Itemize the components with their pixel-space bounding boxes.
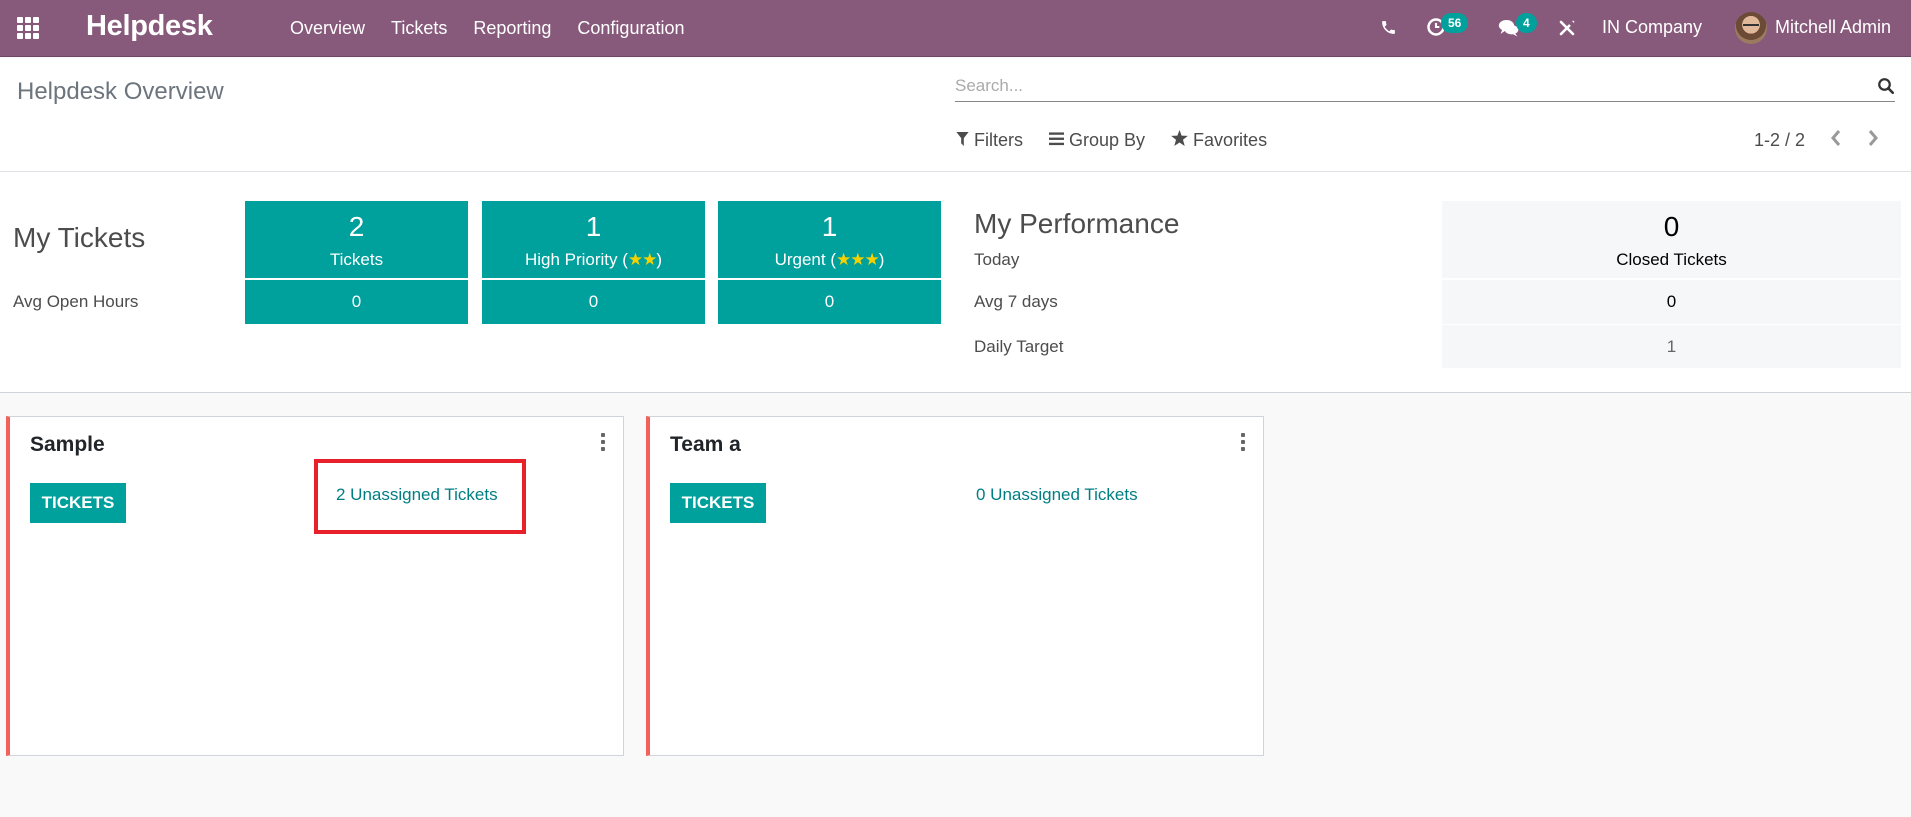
filters-button[interactable]: Filters — [956, 130, 1023, 151]
apps-menu-icon[interactable] — [17, 17, 41, 39]
tile-high-priority-avg[interactable]: 0 — [482, 280, 705, 324]
pager-previous-icon[interactable] — [1826, 128, 1846, 152]
unassigned-tickets-link[interactable]: 2 Unassigned Tickets — [336, 485, 498, 505]
priority-stars-icon: ★★ — [627, 250, 658, 269]
avg-open-hours-label: Avg Open Hours — [13, 292, 139, 311]
tile-urgent[interactable]: 1 Urgent (★★★) — [718, 201, 941, 278]
search-options: Filters Group By Favorites — [956, 130, 1267, 151]
tile-avg-value: 0 — [588, 292, 599, 311]
avg-7-days-cell: 0 — [1442, 280, 1901, 324]
tile-avg-value: 0 — [351, 292, 362, 311]
main-menu: Overview Tickets Reporting Configuration — [290, 0, 697, 57]
company-switcher[interactable]: IN Company — [1602, 17, 1702, 38]
team-card-team-a: Team a TICKETS 0 Unassigned Tickets — [646, 416, 1264, 756]
phone-icon[interactable] — [1380, 19, 1397, 41]
top-navbar: Helpdesk Overview Tickets Reporting Conf… — [0, 0, 1911, 57]
kebab-menu-icon[interactable] — [598, 433, 608, 451]
list-icon — [1049, 130, 1064, 151]
favorites-label: Favorites — [1193, 130, 1268, 150]
tile-urgent-avg[interactable]: 0 — [718, 280, 941, 324]
today-label: Today — [974, 250, 1020, 269]
tickets-button[interactable]: TICKETS — [30, 483, 126, 523]
my-performance-heading: My Performance — [974, 208, 1180, 239]
avg-7-days-label: Avg 7 days — [974, 292, 1058, 311]
team-name: Team a — [670, 433, 741, 456]
debug-tools-icon[interactable] — [1558, 19, 1576, 42]
tile-label: Urgent (★★★) — [774, 250, 885, 269]
search-icon[interactable] — [1877, 77, 1895, 95]
pager-next-icon[interactable] — [1863, 128, 1883, 152]
control-panel: Helpdesk Overview Filters Group By Favor… — [0, 58, 1911, 172]
app-brand[interactable]: Helpdesk — [86, 10, 213, 43]
tile-label: High Priority (★★) — [524, 250, 663, 269]
unassigned-tickets-link[interactable]: 0 Unassigned Tickets — [976, 485, 1138, 505]
closed-label: Closed Tickets — [1616, 250, 1727, 269]
filters-label: Filters — [974, 130, 1023, 150]
menu-overview[interactable]: Overview — [290, 18, 378, 39]
star-icon — [1171, 130, 1188, 151]
message-count-badge: 4 — [1516, 13, 1537, 33]
activity-count-badge: 56 — [1441, 13, 1469, 33]
tile-my-tickets-avg[interactable]: 0 — [245, 280, 468, 324]
closed-count: 0 — [1663, 211, 1680, 242]
team-card-sample: Sample TICKETS 2 Unassigned Tickets — [6, 416, 624, 756]
tile-count: 2 — [348, 211, 365, 242]
favorites-button[interactable]: Favorites — [1171, 130, 1267, 151]
kebab-menu-icon[interactable] — [1238, 433, 1248, 451]
daily-target-label: Daily Target — [974, 337, 1064, 356]
menu-configuration[interactable]: Configuration — [564, 18, 697, 39]
avg-7-days-value: 0 — [1666, 292, 1677, 311]
tile-avg-value: 0 — [824, 292, 835, 311]
search-input[interactable] — [955, 72, 1895, 100]
menu-reporting[interactable]: Reporting — [460, 18, 564, 39]
tile-count: 1 — [585, 211, 602, 242]
tile-count: 1 — [821, 211, 838, 242]
tile-label: Tickets — [329, 250, 384, 269]
tile-my-tickets[interactable]: 2 Tickets — [245, 201, 468, 278]
group-by-label: Group By — [1069, 130, 1146, 150]
team-name: Sample — [30, 433, 105, 456]
pager-value[interactable]: 1-2 / 2 — [1754, 130, 1805, 151]
tile-high-priority[interactable]: 1 High Priority (★★) — [482, 201, 705, 278]
user-avatar[interactable] — [1735, 12, 1767, 44]
page-title: Helpdesk Overview — [17, 78, 224, 105]
search-bar — [955, 72, 1895, 102]
daily-target-value: 1 — [1666, 337, 1677, 356]
group-by-button[interactable]: Group By — [1049, 130, 1145, 151]
tickets-button[interactable]: TICKETS — [670, 483, 766, 523]
my-tickets-heading: My Tickets — [13, 222, 146, 253]
user-menu[interactable]: Mitchell Admin — [1775, 17, 1891, 38]
closed-tickets-cell: 0 Closed Tickets — [1442, 201, 1901, 278]
urgent-stars-icon: ★★★ — [836, 250, 880, 269]
menu-tickets[interactable]: Tickets — [378, 18, 460, 39]
filter-icon — [956, 130, 969, 151]
daily-target-cell: 1 — [1442, 325, 1901, 368]
